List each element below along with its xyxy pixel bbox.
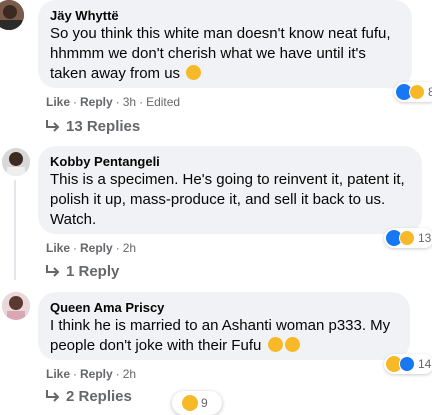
view-replies-link[interactable]: 2 Replies: [46, 387, 132, 407]
haha-reaction-icon: [399, 230, 415, 246]
avatar[interactable]: [0, 0, 24, 30]
like-button[interactable]: Like: [46, 367, 70, 381]
comment-author[interactable]: Queen Ama Priscy: [50, 299, 398, 316]
reactions-summary[interactable]: 8: [394, 82, 432, 102]
like-button[interactable]: Like: [46, 241, 70, 255]
reply-button[interactable]: Reply: [80, 241, 113, 255]
like-reaction-icon: [399, 356, 415, 372]
timestamp[interactable]: 3h: [123, 95, 136, 109]
comment-actions: Like · Reply · 3h · Edited: [46, 95, 181, 109]
floating-reaction-badge[interactable]: 9: [172, 391, 222, 415]
reply-button[interactable]: Reply: [80, 95, 113, 109]
reactions-summary[interactable]: 13: [384, 228, 432, 248]
reaction-count: 13: [418, 231, 432, 245]
laughing-emoji-icon: [186, 65, 202, 80]
reaction-count: 14: [418, 357, 432, 371]
comment-actions: Like · Reply · 2h: [46, 241, 137, 255]
haha-reaction-icon: [182, 395, 198, 411]
reaction-count: 9: [201, 396, 208, 410]
comment-bubble: Kobby Pentangeli This is a specimen. He'…: [38, 146, 422, 234]
reply-button[interactable]: Reply: [80, 367, 113, 381]
comment-text: I think he is married to an Ashanti woma…: [50, 317, 391, 354]
thread-line: [14, 180, 16, 280]
reply-arrow-icon: [46, 265, 60, 277]
comment-bubble: Jäy Whyttë So you think this white man d…: [38, 0, 412, 88]
edited-label: Edited: [146, 95, 181, 109]
comment-actions: Like · Reply · 2h: [46, 367, 137, 381]
reactions-summary[interactable]: 14: [384, 354, 432, 374]
haha-reaction-icon: [409, 84, 425, 100]
comment-author[interactable]: Kobby Pentangeli: [50, 153, 410, 170]
comment-text: So you think this white man doesn't know…: [50, 25, 391, 82]
reply-arrow-icon: [46, 390, 60, 402]
avatar[interactable]: [2, 292, 30, 320]
comment-author[interactable]: Jäy Whyttë: [50, 7, 400, 24]
view-replies-link[interactable]: 13 Replies: [46, 117, 140, 137]
comment-text: This is a specimen. He's going to reinve…: [50, 171, 405, 228]
avatar[interactable]: [2, 148, 30, 176]
view-replies-link[interactable]: 1 Reply: [46, 262, 119, 282]
rofl-emoji-icon: [284, 337, 300, 352]
rofl-emoji-icon: [267, 337, 283, 352]
like-button[interactable]: Like: [46, 95, 70, 109]
timestamp[interactable]: 2h: [123, 241, 136, 255]
comment-bubble: Queen Ama Priscy I think he is married t…: [38, 292, 410, 360]
reply-arrow-icon: [46, 120, 60, 132]
timestamp[interactable]: 2h: [123, 367, 136, 381]
reaction-count: 8: [428, 85, 432, 99]
